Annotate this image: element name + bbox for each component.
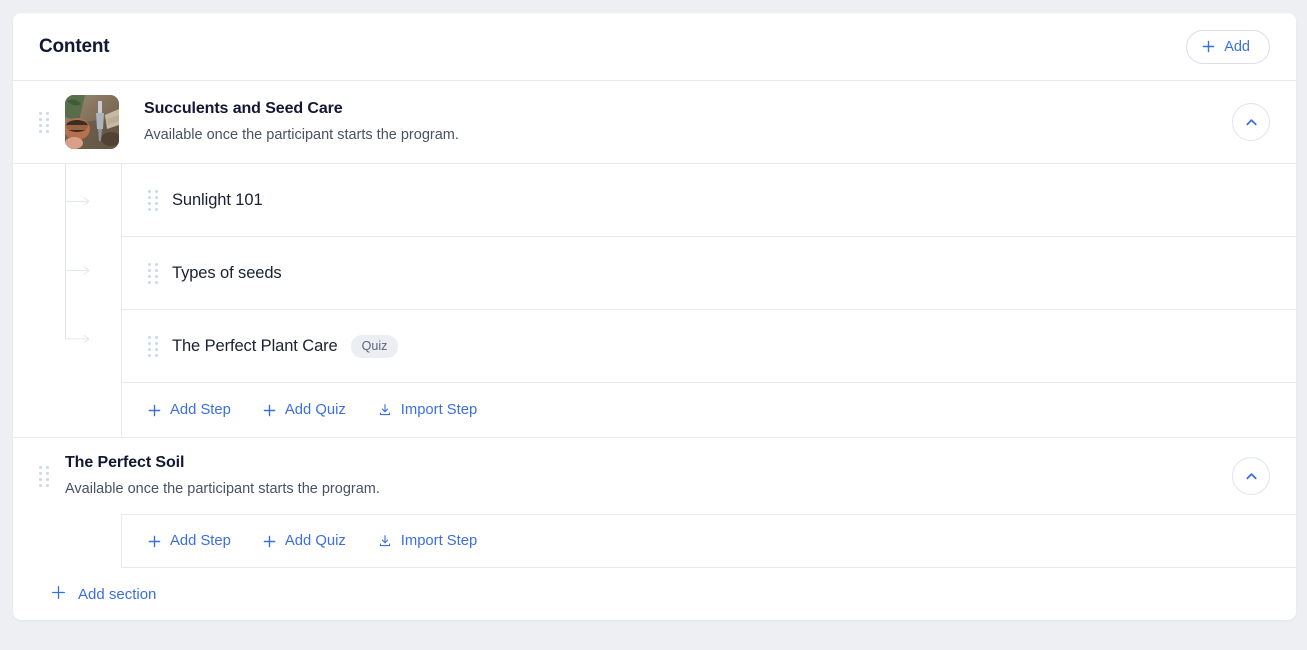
drag-handle-icon[interactable] [148,262,158,284]
plus-icon [148,404,161,417]
add-step-button[interactable]: Add Step [148,533,231,549]
section-subtitle: Available once the participant starts th… [144,126,459,143]
add-section-label: Add section [78,585,157,603]
step-row[interactable]: Sunlight 101 [121,164,1296,237]
download-icon [378,403,392,417]
section-title: The Perfect Soil [65,454,185,472]
import-step-label: Import Step [400,533,478,549]
step-row[interactable]: The Perfect Plant Care Quiz [121,310,1296,383]
download-icon [378,534,392,548]
import-step-label: Import Step [400,402,478,418]
plus-icon [51,585,66,604]
add-button[interactable]: Add [1186,29,1270,64]
section-thumbnail [65,95,119,149]
add-quiz-button[interactable]: Add Quiz [263,533,346,549]
card-header: Content Add [13,13,1296,81]
add-section-button[interactable]: Add section [51,585,156,604]
section-title: Succulents and Seed Care [144,100,343,118]
section-actions-perfect-soil: Add Step Add Quiz Import Step [121,514,1296,568]
page-title: Content [39,35,110,57]
tree-connector-lines [65,164,90,343]
add-step-label: Add Step [170,533,231,549]
add-button-label: Add [1224,38,1250,55]
plus-icon [1202,40,1215,53]
step-title: The Perfect Plant Care [172,336,338,355]
section-header-perfect-soil[interactable]: The Perfect Soil Available once the part… [13,438,1296,514]
steps-container-succulents: Sunlight 101 Types of seeds The Perfect … [13,164,1296,437]
steps-container-perfect-soil: Add Step Add Quiz Import Step [13,514,1296,568]
content-card: Content Add Succulents and Seed Care Ava… [13,13,1296,620]
step-title: Sunlight 101 [172,190,263,209]
plus-icon [263,535,276,548]
section-header-succulents[interactable]: Succulents and Seed Care Available once … [13,81,1296,164]
add-quiz-label: Add Quiz [284,402,346,418]
drag-handle-icon[interactable] [148,189,158,211]
import-step-button[interactable]: Import Step [378,402,477,418]
section-actions-succulents: Add Step Add Quiz Import Step [121,383,1296,437]
section-text: Succulents and Seed Care Available once … [144,99,1232,145]
chevron-up-icon [1244,469,1259,484]
status-badge: Quiz [350,334,399,358]
chevron-up-icon [1244,115,1259,130]
add-quiz-label: Add Quiz [284,533,346,549]
step-title: Types of seeds [172,263,282,282]
collapse-toggle-button[interactable] [1232,457,1270,495]
add-step-label: Add Step [170,402,231,418]
plus-icon [148,535,161,548]
import-step-button[interactable]: Import Step [378,533,477,549]
step-row[interactable]: Types of seeds [121,237,1296,310]
section-subtitle: Available once the participant starts th… [65,480,380,497]
collapse-toggle-button[interactable] [1232,103,1270,141]
drag-handle-icon[interactable] [148,335,158,357]
add-quiz-button[interactable]: Add Quiz [263,402,346,418]
drag-handle-icon[interactable] [39,465,49,487]
card-footer: Add section [13,568,1296,620]
plus-icon [263,404,276,417]
add-step-button[interactable]: Add Step [148,402,231,418]
drag-handle-icon[interactable] [39,111,49,133]
section-text: The Perfect Soil Available once the part… [65,453,1232,499]
